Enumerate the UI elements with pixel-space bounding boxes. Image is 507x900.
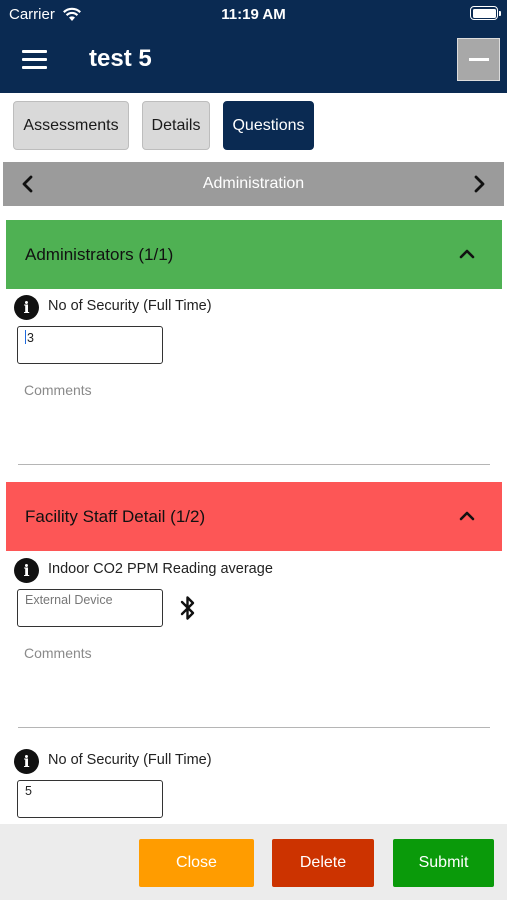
divider bbox=[18, 727, 490, 728]
questions-list: Administrators (1/1) i No of Security (F… bbox=[0, 218, 507, 824]
answer-field[interactable]: 3 bbox=[17, 326, 163, 364]
question-text: No of Security (Full Time) bbox=[48, 752, 212, 768]
clock: 11:19 AM bbox=[221, 6, 286, 23]
group-header-administrators[interactable]: Administrators (1/1) bbox=[6, 220, 502, 289]
info-icon[interactable]: i bbox=[14, 295, 39, 320]
group-header-facility-staff[interactable]: Facility Staff Detail (1/2) bbox=[6, 482, 502, 551]
tab-questions[interactable]: Questions bbox=[223, 101, 314, 150]
tab-details[interactable]: Details bbox=[142, 101, 210, 150]
delete-button[interactable]: Delete bbox=[272, 839, 374, 887]
minus-icon[interactable] bbox=[457, 38, 500, 81]
tab-bar: Assessments Details Questions bbox=[0, 101, 507, 151]
group-title: Administrators (1/1) bbox=[25, 245, 174, 264]
page-title: test 5 bbox=[89, 45, 152, 72]
bluetooth-icon[interactable] bbox=[178, 595, 198, 621]
info-icon[interactable]: i bbox=[14, 749, 39, 774]
chevron-up-icon[interactable] bbox=[459, 509, 475, 521]
hamburger-icon[interactable] bbox=[22, 50, 47, 69]
answer-field[interactable]: 5 bbox=[17, 780, 163, 818]
status-bar: Carrier 11:19 AM bbox=[0, 0, 507, 30]
divider bbox=[18, 464, 490, 465]
group-title: Facility Staff Detail (1/2) bbox=[25, 507, 206, 526]
submit-button[interactable]: Submit bbox=[393, 839, 494, 887]
close-button[interactable]: Close bbox=[139, 839, 254, 887]
info-icon[interactable]: i bbox=[14, 558, 39, 583]
question-text: No of Security (Full Time) bbox=[48, 298, 212, 314]
external-device-field[interactable]: External Device bbox=[17, 589, 163, 627]
action-bar: Close Delete Submit bbox=[0, 824, 507, 900]
chevron-up-icon[interactable] bbox=[459, 247, 475, 259]
section-navigator: Administration bbox=[3, 162, 504, 206]
tab-assessments[interactable]: Assessments bbox=[13, 101, 129, 150]
chevron-right-icon[interactable] bbox=[466, 171, 492, 197]
section-label: Administration bbox=[202, 175, 305, 192]
comments-field[interactable]: Comments bbox=[24, 382, 92, 398]
question-text: Indoor CO2 PPM Reading average bbox=[48, 561, 273, 577]
comments-field[interactable]: Comments bbox=[24, 645, 92, 661]
battery-icon bbox=[470, 6, 501, 20]
app-header: Carrier 11:19 AM test 5 bbox=[0, 0, 507, 93]
